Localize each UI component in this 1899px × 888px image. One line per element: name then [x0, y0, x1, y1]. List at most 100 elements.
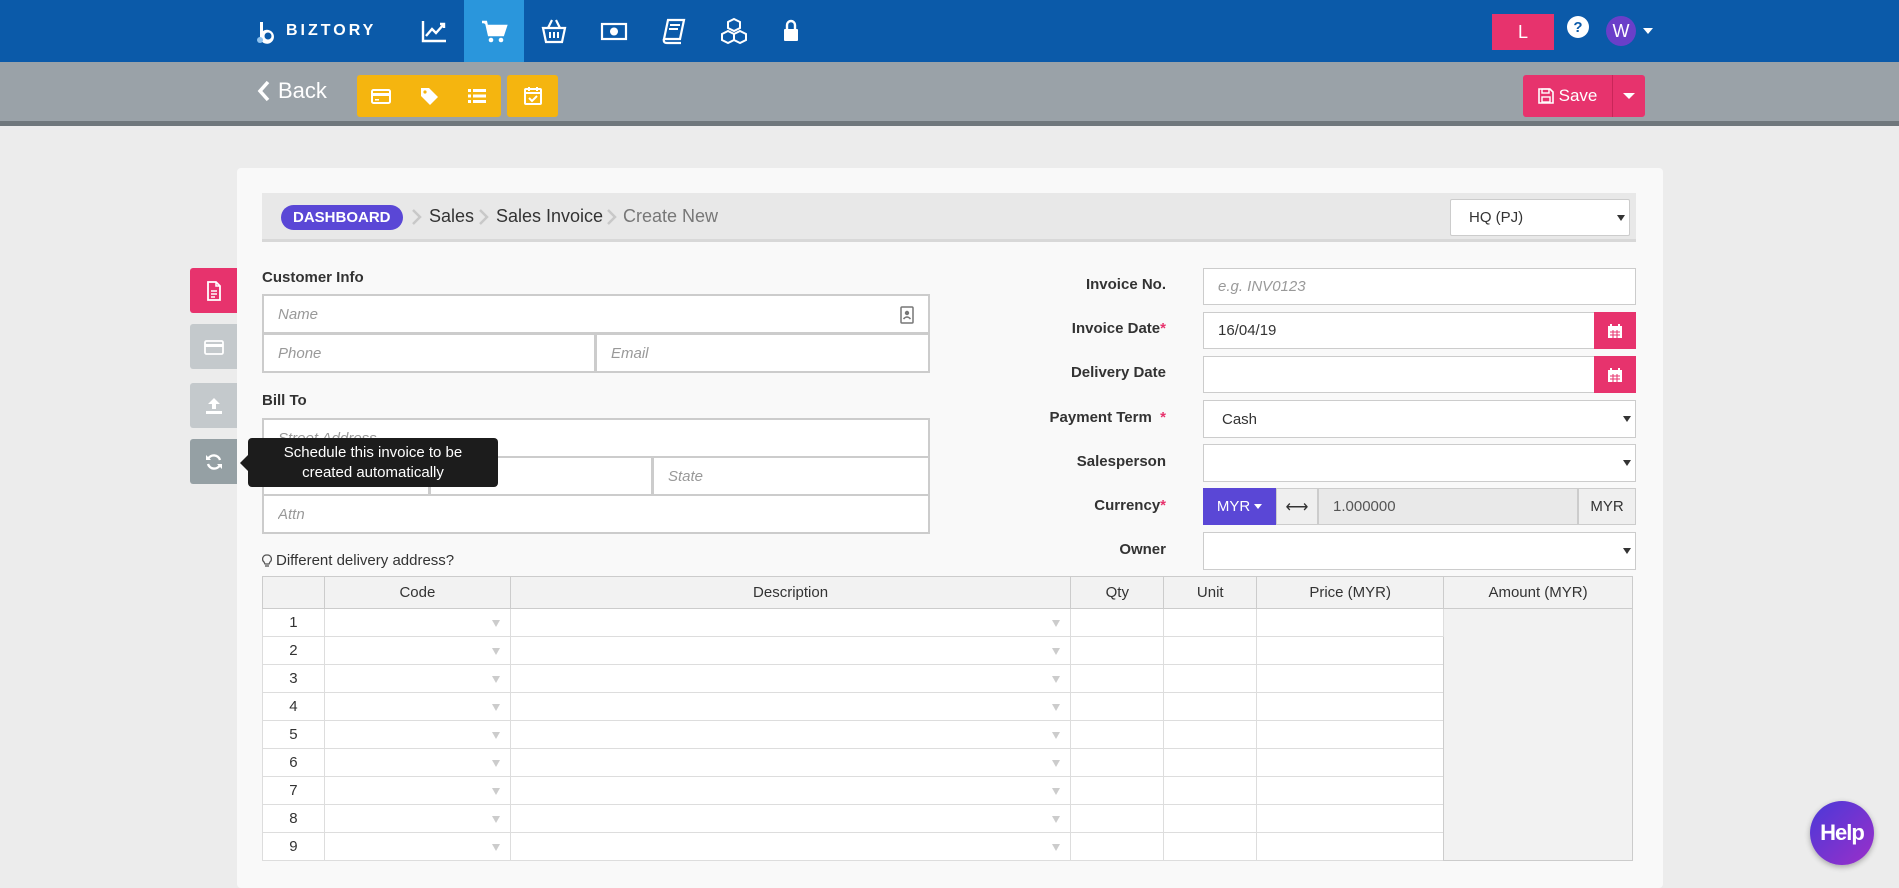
- unit-cell[interactable]: [1163, 748, 1258, 777]
- payment-button[interactable]: [357, 75, 405, 117]
- nav-lock[interactable]: [761, 0, 821, 62]
- state-field[interactable]: [652, 456, 930, 496]
- description-cell[interactable]: [509, 608, 1072, 637]
- nav-analytics[interactable]: [404, 0, 464, 62]
- code-cell[interactable]: [323, 776, 511, 805]
- unit-cell[interactable]: [1163, 804, 1258, 833]
- save-dropdown-toggle[interactable]: [1613, 75, 1645, 117]
- description-cell[interactable]: [509, 720, 1072, 749]
- code-cell[interactable]: [323, 832, 511, 861]
- contact-book-icon[interactable]: [900, 306, 914, 324]
- save-button[interactable]: Save: [1523, 75, 1613, 117]
- attn-field[interactable]: [262, 494, 930, 534]
- breadcrumb-dashboard[interactable]: DASHBOARD: [281, 205, 403, 230]
- qty-cell[interactable]: [1070, 832, 1165, 861]
- price-cell[interactable]: [1256, 720, 1445, 749]
- caret-down-icon[interactable]: [1052, 844, 1061, 851]
- caret-down-icon[interactable]: [1052, 620, 1061, 627]
- qty-cell[interactable]: [1070, 776, 1165, 805]
- caret-down-icon[interactable]: [491, 788, 500, 795]
- qty-cell[interactable]: [1070, 608, 1165, 637]
- invoice-date-input[interactable]: [1218, 322, 1594, 339]
- caret-down-icon[interactable]: [1052, 648, 1061, 655]
- caret-down-icon[interactable]: [1052, 676, 1061, 683]
- unit-cell[interactable]: [1163, 832, 1258, 861]
- caret-down-icon[interactable]: [491, 704, 500, 711]
- caret-down-icon[interactable]: [491, 816, 500, 823]
- delivery-date-calendar-button[interactable]: [1594, 356, 1636, 393]
- price-cell[interactable]: [1256, 608, 1445, 637]
- user-avatar[interactable]: W: [1606, 16, 1636, 46]
- invoice-date-field[interactable]: [1203, 312, 1595, 349]
- price-cell[interactable]: [1256, 804, 1445, 833]
- price-cell[interactable]: [1256, 832, 1445, 861]
- caret-down-icon[interactable]: [491, 844, 500, 851]
- description-cell[interactable]: [509, 776, 1072, 805]
- qty-cell[interactable]: [1070, 692, 1165, 721]
- caret-down-icon[interactable]: [1052, 788, 1061, 795]
- price-cell[interactable]: [1256, 748, 1445, 777]
- price-cell[interactable]: [1256, 664, 1445, 693]
- code-cell[interactable]: [323, 636, 511, 665]
- question-circle-icon[interactable]: ?: [1566, 15, 1590, 39]
- delivery-date-input[interactable]: [1218, 366, 1594, 383]
- caret-down-icon[interactable]: [491, 648, 500, 655]
- list-button[interactable]: [453, 75, 501, 117]
- side-upload-button[interactable]: [190, 383, 237, 428]
- swap-rate-button[interactable]: ⟷: [1276, 488, 1318, 525]
- caret-down-icon[interactable]: [1052, 732, 1061, 739]
- invoice-no-input[interactable]: [1218, 278, 1635, 295]
- caret-down-icon[interactable]: [1052, 816, 1061, 823]
- biztory-logo[interactable]: BIZTORY: [256, 18, 376, 44]
- breadcrumb-sales[interactable]: Sales: [429, 206, 474, 227]
- unit-cell[interactable]: [1163, 692, 1258, 721]
- side-schedule-button[interactable]: [190, 439, 237, 484]
- state-input[interactable]: [668, 467, 928, 485]
- side-payment-button[interactable]: [190, 324, 237, 369]
- price-cell[interactable]: [1256, 776, 1445, 805]
- caret-down-icon[interactable]: [1052, 760, 1061, 767]
- code-cell[interactable]: [323, 608, 511, 637]
- unit-cell[interactable]: [1163, 636, 1258, 665]
- unit-cell[interactable]: [1163, 776, 1258, 805]
- unit-cell[interactable]: [1163, 720, 1258, 749]
- qty-cell[interactable]: [1070, 804, 1165, 833]
- price-cell[interactable]: [1256, 692, 1445, 721]
- user-l-button[interactable]: L: [1492, 14, 1554, 50]
- branch-select[interactable]: HQ (PJ): [1450, 199, 1630, 236]
- owner-select[interactable]: [1203, 532, 1636, 570]
- code-cell[interactable]: [323, 664, 511, 693]
- side-details-button[interactable]: [190, 268, 237, 313]
- different-delivery-link[interactable]: Different delivery address?: [262, 552, 454, 569]
- customer-email-field[interactable]: [595, 333, 930, 373]
- unit-cell[interactable]: [1163, 608, 1258, 637]
- customer-phone-field[interactable]: [262, 333, 596, 373]
- description-cell[interactable]: [509, 664, 1072, 693]
- back-button[interactable]: Back: [256, 78, 327, 104]
- code-cell[interactable]: [323, 748, 511, 777]
- caret-down-icon[interactable]: [491, 760, 500, 767]
- tag-button[interactable]: [405, 75, 453, 117]
- nav-purchase[interactable]: [524, 0, 584, 62]
- nav-accounting[interactable]: [644, 0, 704, 62]
- invoice-no-field[interactable]: [1203, 268, 1636, 305]
- attn-input[interactable]: [278, 505, 928, 523]
- salesperson-select[interactable]: [1203, 444, 1636, 482]
- code-cell[interactable]: [323, 692, 511, 721]
- nav-money[interactable]: [584, 0, 644, 62]
- nav-inventory[interactable]: [704, 0, 764, 62]
- breadcrumb-sales-invoice[interactable]: Sales Invoice: [496, 206, 603, 227]
- delivery-date-field[interactable]: [1203, 356, 1595, 393]
- customer-phone-input[interactable]: [278, 344, 594, 362]
- caret-down-icon[interactable]: [1052, 704, 1061, 711]
- invoice-date-calendar-button[interactable]: [1594, 312, 1636, 349]
- customer-name-field[interactable]: [262, 294, 930, 334]
- description-cell[interactable]: [509, 804, 1072, 833]
- description-cell[interactable]: [509, 636, 1072, 665]
- qty-cell[interactable]: [1070, 748, 1165, 777]
- code-cell[interactable]: [323, 720, 511, 749]
- description-cell[interactable]: [509, 748, 1072, 777]
- nav-sales[interactable]: [464, 0, 524, 62]
- qty-cell[interactable]: [1070, 664, 1165, 693]
- qty-cell[interactable]: [1070, 636, 1165, 665]
